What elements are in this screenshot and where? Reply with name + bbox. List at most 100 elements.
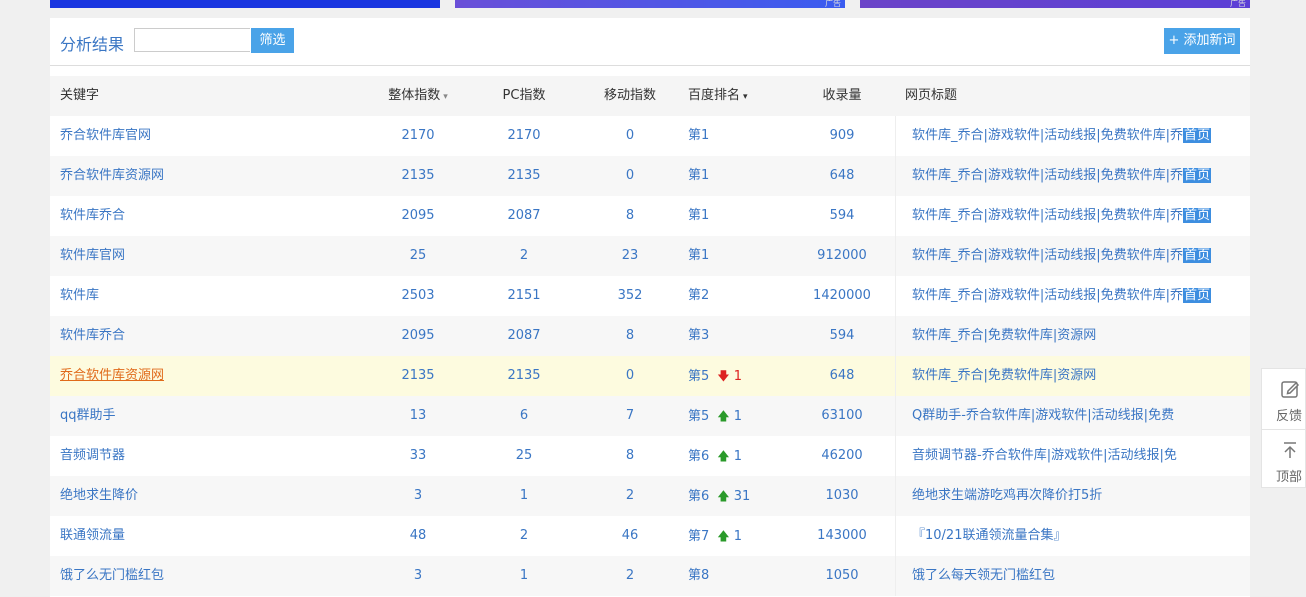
arrow-up-icon: 🡅 (717, 449, 730, 463)
cell-page-title[interactable]: 软件库_乔合|游戏软件|活动线报|免费软件库|乔首页 (895, 196, 1240, 236)
page-title-link[interactable]: 『10/21联通领流量合集』 (912, 528, 1066, 543)
page-title-link[interactable]: 软件库_乔合|游戏软件|活动线报|免费软件库|乔 (912, 248, 1183, 263)
page-title-link[interactable]: 软件库_乔合|免费软件库|资源网 (912, 368, 1096, 383)
rank-change-value: 1 (733, 449, 743, 464)
cell-page-title[interactable]: 软件库_乔合|免费软件库|资源网 (895, 356, 1240, 396)
keyword-link[interactable]: 软件库乔合 (60, 208, 125, 223)
cell-baidu-rank: 第5 🡅 1 (688, 396, 798, 436)
cell-overall-index: 3 (413, 488, 423, 503)
cell-mobile-index: 8 (625, 328, 635, 343)
cell-baidu-rank: 第6 🡅 31 (688, 476, 798, 516)
top-banner-ad-2[interactable]: 广告 (455, 0, 845, 8)
cell-mobile-index: 0 (625, 368, 635, 383)
cell-overall-index: 2135 (401, 168, 435, 183)
keyword-link[interactable]: 软件库官网 (60, 248, 125, 263)
analysis-results-panel: 分析结果 筛选 + 添加新词 关键字 整体指数 ▾ PC指数 移动指数 百度排名 ▾… (50, 18, 1250, 597)
rank-value: 第1 (688, 208, 710, 223)
rank-change: 🡅 1 (717, 529, 742, 544)
cell-mobile-index: 0 (625, 128, 635, 143)
keyword-link[interactable]: 软件库 (60, 288, 99, 303)
rank-change: 🡅 1 (717, 449, 742, 464)
cell-page-title[interactable]: 软件库_乔合|游戏软件|活动线报|免费软件库|乔首页 (895, 116, 1240, 156)
filter-input[interactable] (134, 28, 250, 52)
keyword-link[interactable]: 联通领流量 (60, 528, 125, 543)
rank-change: 🡅 1 (717, 409, 742, 424)
col-header-baidu-rank[interactable]: 百度排名 ▾ (688, 76, 798, 116)
ad-marker-icon: 广告 (1230, 0, 1246, 8)
cell-overall-index: 13 (409, 408, 427, 423)
cell-pc-index: 2 (519, 248, 529, 263)
page-title-link[interactable]: 饿了么每天领无门槛红包 (912, 568, 1055, 583)
rank-value: 第5 (688, 369, 710, 384)
cell-keyword: 乔合软件库官网 (60, 116, 360, 156)
table-row: 音频调节器 33 25 8 第6 🡅 1 46200 音频调节器-乔合软件库|游戏软件|活动线… (50, 436, 1250, 476)
cell-indexed: 1030 (825, 488, 859, 503)
cell-mobile-index: 8 (625, 208, 635, 223)
back-to-top-button[interactable]: 顶部 (1262, 429, 1305, 490)
cell-indexed: 909 (829, 128, 855, 143)
cell-overall-index: 2095 (401, 208, 435, 223)
cell-overall-index: 33 (409, 448, 427, 463)
cell-keyword: qq群助手 (60, 396, 360, 436)
rank-change: 🡅 31 (717, 489, 750, 504)
page-title-link[interactable]: 软件库_乔合|游戏软件|活动线报|免费软件库|乔 (912, 288, 1183, 303)
cell-baidu-rank: 第6 🡅 1 (688, 436, 798, 476)
cell-page-title[interactable]: 绝地求生端游吃鸡再次降价打5折 (895, 476, 1240, 516)
add-keyword-button[interactable]: + 添加新词 (1164, 28, 1240, 54)
keyword-link[interactable]: 饿了么无门槛红包 (60, 568, 164, 583)
cell-page-title[interactable]: 软件库_乔合|游戏软件|活动线报|免费软件库|乔首页 (895, 236, 1240, 276)
rank-change-value: 31 (733, 489, 751, 504)
page-title-link[interactable]: 软件库_乔合|游戏软件|活动线报|免费软件库|乔 (912, 208, 1183, 223)
rank-value: 第1 (688, 168, 710, 183)
edit-icon (1281, 381, 1300, 398)
cell-page-title[interactable]: 软件库_乔合|免费软件库|资源网 (895, 316, 1240, 356)
cell-indexed: 594 (829, 208, 855, 223)
cell-keyword: 音频调节器 (60, 436, 360, 476)
table-row: 乔合软件库官网 2170 2170 0 第1 909 软件库_乔合|游戏软件|活动线报|免费… (50, 116, 1250, 156)
page-title-link[interactable]: 软件库_乔合|游戏软件|活动线报|免费软件库|乔 (912, 168, 1183, 183)
keyword-link[interactable]: 软件库乔合 (60, 328, 125, 343)
rank-change-value: 1 (733, 529, 743, 544)
feedback-button[interactable]: 反馈 (1262, 369, 1305, 429)
cell-indexed: 46200 (821, 448, 863, 463)
cell-page-title[interactable]: 软件库_乔合|游戏软件|活动线报|免费软件库|乔首页 (895, 156, 1240, 196)
cell-mobile-index: 23 (621, 248, 639, 263)
cell-indexed: 648 (829, 168, 855, 183)
top-banner-ad-1[interactable] (50, 0, 440, 8)
rank-change-value: 1 (733, 369, 743, 384)
page-title-link[interactable]: 音频调节器-乔合软件库|游戏软件|活动线报|免 (912, 448, 1177, 463)
arrow-up-icon: 🡅 (717, 409, 730, 423)
cell-keyword: 软件库 (60, 276, 360, 316)
keyword-link[interactable]: 乔合软件库官网 (60, 128, 151, 143)
filter-button[interactable]: 筛选 (251, 28, 294, 53)
cell-pc-index: 1 (519, 488, 529, 503)
col-header-overall-index[interactable]: 整体指数 ▾ (368, 76, 468, 116)
cell-mobile-index: 8 (625, 448, 635, 463)
cell-pc-index: 2151 (507, 288, 541, 303)
cell-mobile-index: 7 (625, 408, 635, 423)
highlight-mark: 首页 (1183, 168, 1212, 183)
cell-indexed: 63100 (821, 408, 863, 423)
page-title-link[interactable]: 绝地求生端游吃鸡再次降价打5折 (912, 488, 1102, 503)
cell-keyword: 乔合软件库资源网 (60, 356, 360, 396)
keyword-link[interactable]: 乔合软件库资源网 (60, 368, 164, 383)
cell-indexed: 1420000 (813, 288, 871, 303)
rank-value: 第5 (688, 409, 710, 424)
cell-indexed: 648 (829, 368, 855, 383)
cell-page-title[interactable]: 饿了么每天领无门槛红包 (895, 556, 1240, 596)
top-banner-ad-3[interactable]: 广告 (860, 0, 1250, 8)
keyword-link[interactable]: 绝地求生降价 (60, 488, 138, 503)
page-title-link[interactable]: Q群助手-乔合软件库|游戏软件|活动线报|免费 (912, 408, 1174, 423)
cell-page-title[interactable]: 音频调节器-乔合软件库|游戏软件|活动线报|免 (895, 436, 1240, 476)
cell-page-title[interactable]: Q群助手-乔合软件库|游戏软件|活动线报|免费 (895, 396, 1240, 436)
cell-page-title[interactable]: 『10/21联通领流量合集』 (895, 516, 1240, 556)
page-title-link[interactable]: 软件库_乔合|游戏软件|活动线报|免费软件库|乔 (912, 128, 1183, 143)
cell-baidu-rank: 第5 🡇 1 (688, 356, 798, 396)
page-title-link[interactable]: 软件库_乔合|免费软件库|资源网 (912, 328, 1096, 343)
cell-keyword: 绝地求生降价 (60, 476, 360, 516)
keyword-link[interactable]: 音频调节器 (60, 448, 125, 463)
keyword-link[interactable]: 乔合软件库资源网 (60, 168, 164, 183)
keyword-link[interactable]: qq群助手 (60, 408, 116, 423)
cell-overall-index: 2170 (401, 128, 435, 143)
cell-page-title[interactable]: 软件库_乔合|游戏软件|活动线报|免费软件库|乔首页 (895, 276, 1240, 316)
